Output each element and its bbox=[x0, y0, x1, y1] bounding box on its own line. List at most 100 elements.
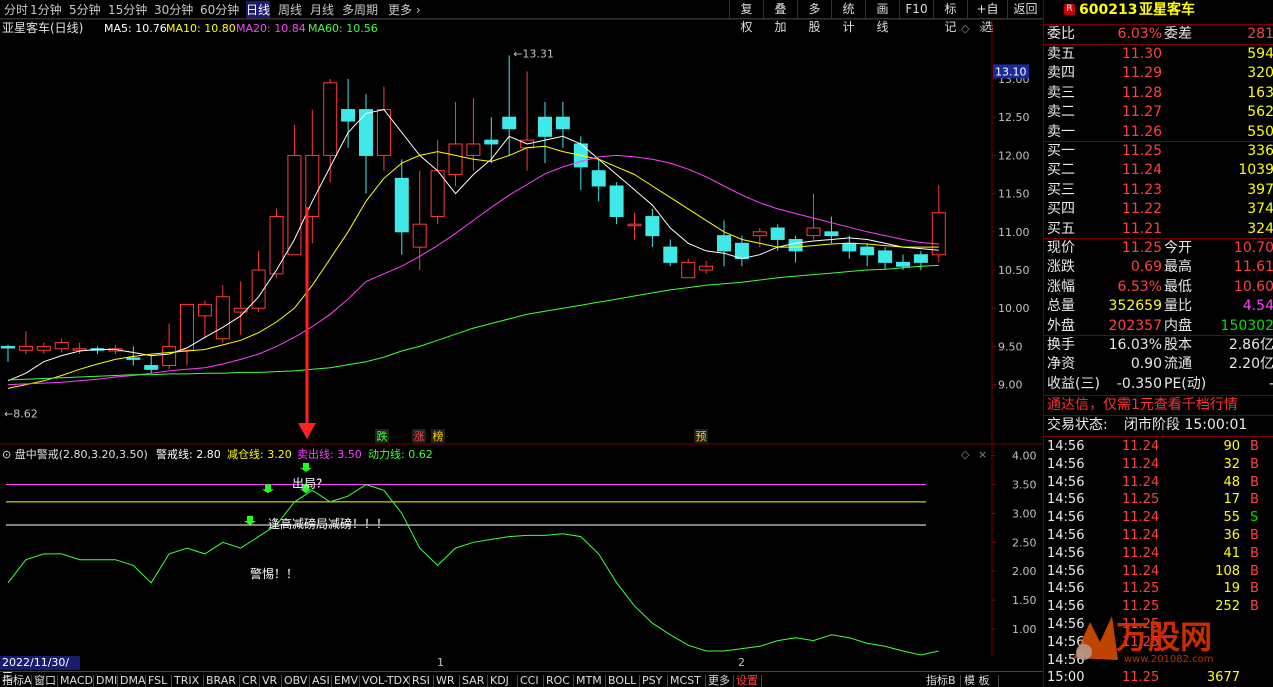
indicator-tab-12[interactable]: EMV bbox=[332, 675, 360, 687]
tick-volume: 108 bbox=[1215, 563, 1240, 579]
tick-volume: 32 bbox=[1223, 456, 1240, 472]
indicator-tab-8[interactable]: CR bbox=[240, 675, 260, 687]
close-icon[interactable]: × bbox=[978, 22, 987, 35]
margin-badge: R bbox=[1064, 4, 1075, 15]
toolbar-button-5[interactable]: F10 bbox=[899, 0, 933, 18]
indicator-tab-15[interactable]: WR bbox=[434, 675, 460, 687]
indicator-tab-3[interactable]: DMI bbox=[94, 675, 118, 687]
watermark-logo: 万股网 www.201082.com bbox=[1066, 606, 1273, 676]
indicator-gear-icon[interactable]: ◇ bbox=[961, 448, 970, 461]
stat-value: 11.61 bbox=[1233, 259, 1273, 276]
indicator-right-tab-1[interactable]: 模 板 bbox=[962, 675, 999, 687]
stat-label: 最低 bbox=[1164, 278, 1192, 295]
tick-price: 11.24 bbox=[1122, 563, 1160, 579]
book-level-label: 卖二 bbox=[1047, 104, 1075, 121]
book-volume: 562 bbox=[1247, 104, 1273, 121]
period-tab-8[interactable]: 月线 bbox=[310, 1, 334, 18]
indicator-tab-19[interactable]: ROC bbox=[544, 675, 574, 687]
high-price-label: ←13.31 bbox=[513, 47, 554, 60]
tick-volume: 36 bbox=[1223, 528, 1240, 543]
candle-body bbox=[931, 212, 946, 256]
indicator-tab-4[interactable]: DMA bbox=[118, 675, 146, 687]
candle-body bbox=[72, 348, 87, 351]
period-tab-5[interactable]: 60分钟 bbox=[200, 1, 239, 18]
settings-gear-icon[interactable]: ◇ bbox=[961, 22, 970, 35]
indicator-tab-10[interactable]: OBV bbox=[282, 675, 310, 687]
indicator-tab-9[interactable]: VR bbox=[260, 675, 282, 687]
book-volume: 594 bbox=[1247, 46, 1273, 62]
kline-chart[interactable]: 亚星客车(日线) MA5: 10.76 MA10: 10.80 MA20: 10.84… bbox=[0, 18, 1043, 670]
indicator-tab-14[interactable]: RSI bbox=[410, 675, 434, 687]
indicator-tab-7[interactable]: BRAR bbox=[204, 675, 240, 687]
chart-area[interactable]: 亚星客车(日线) MA5: 10.76 MA10: 10.80 MA20: 10.84… bbox=[0, 18, 1043, 670]
stat-label: 换手 bbox=[1047, 337, 1075, 353]
indicator-tab-17[interactable]: KDJ bbox=[488, 675, 518, 687]
indicator-tab-16[interactable]: SAR bbox=[460, 675, 488, 687]
toolbar-button-0[interactable]: 复权 bbox=[729, 0, 763, 34]
book-row: 卖二 11.27 562 bbox=[1044, 103, 1273, 122]
indicator-tab-24[interactable]: 更多 bbox=[706, 675, 734, 687]
toolbar-button-4[interactable]: 画线 bbox=[865, 0, 899, 34]
toolbar-button-8[interactable]: 返回 bbox=[1007, 0, 1043, 18]
period-tab-6[interactable]: 日线 bbox=[246, 1, 271, 18]
candle-body bbox=[538, 116, 552, 137]
tick-time: 14:56 bbox=[1047, 492, 1085, 508]
tick-row: 14:56 11.24 90 B bbox=[1044, 438, 1273, 456]
period-tab-4[interactable]: 30分钟 bbox=[154, 1, 193, 18]
indicator-tab-18[interactable]: CCI bbox=[518, 675, 544, 687]
indicator-tab-21[interactable]: BOLL bbox=[606, 675, 640, 687]
indicator-axis-label: 3.50 bbox=[1012, 479, 1037, 492]
period-tab-9[interactable]: 多周期 bbox=[342, 1, 378, 18]
stat-label: 收益(三) bbox=[1047, 375, 1100, 392]
toolbar-button-2[interactable]: 多股 bbox=[797, 0, 831, 34]
indicator-tab-1[interactable]: 窗口 bbox=[32, 675, 58, 687]
indicator-tab-13[interactable]: VOL-TDX bbox=[360, 675, 410, 687]
period-tab-3[interactable]: 15分钟 bbox=[108, 1, 147, 18]
toolbar-button-3[interactable]: 统计 bbox=[831, 0, 865, 34]
book-row: 买三 11.23 397 bbox=[1044, 181, 1273, 200]
period-tab-1[interactable]: 1分钟 bbox=[30, 1, 62, 18]
toolbar-button-6[interactable]: 标记 bbox=[933, 0, 967, 34]
tick-time: 14:56 bbox=[1047, 563, 1085, 579]
annotation-exit: 出局? bbox=[292, 477, 322, 491]
book-price: 11.30 bbox=[1122, 46, 1163, 62]
tick-price: 11.25 bbox=[1122, 492, 1160, 508]
ma-line-ma10 bbox=[7, 145, 939, 389]
indicator-tab-11[interactable]: ASI bbox=[310, 675, 332, 687]
period-tab-7[interactable]: 周线 bbox=[278, 1, 302, 18]
indicator-tab-20[interactable]: MTM bbox=[574, 675, 606, 687]
toolbar-button-1[interactable]: 叠加 bbox=[763, 0, 797, 34]
book-row: 卖五 11.30 594 bbox=[1044, 45, 1273, 64]
tick-price: 11.24 bbox=[1122, 456, 1160, 472]
tick-row: 14:56 11.24 48 B bbox=[1044, 474, 1273, 492]
ma-legend-3: MA60: 10.56 bbox=[308, 22, 378, 35]
buy-signal-arrow-icon bbox=[262, 484, 274, 494]
period-tab-0[interactable]: 分时 bbox=[4, 1, 28, 18]
book-price: 11.26 bbox=[1122, 123, 1163, 140]
indicator-tab-0[interactable]: 指标A bbox=[0, 675, 32, 687]
book-volume: 320 bbox=[1247, 65, 1273, 82]
stat-value: 2.20亿 bbox=[1228, 356, 1273, 373]
indicator-axis-label: 3.00 bbox=[1012, 507, 1037, 520]
indicator-tab-22[interactable]: PSY bbox=[640, 675, 668, 687]
event-marker-2[interactable]: 榜 bbox=[433, 429, 444, 443]
tick-price: 11.24 bbox=[1122, 474, 1160, 490]
event-marker-0[interactable]: 跌 bbox=[377, 429, 388, 443]
indicator-tab-25[interactable]: 设置 bbox=[734, 675, 762, 687]
indicator-close-icon[interactable]: × bbox=[978, 448, 987, 461]
event-marker-3[interactable]: 预 bbox=[696, 430, 707, 443]
indicator-axis-label: 2.00 bbox=[1012, 565, 1037, 578]
indicator-right-tab-0[interactable]: 指标B bbox=[924, 675, 961, 687]
candle-body bbox=[126, 357, 141, 360]
promo-link[interactable]: 通达信，仅需1元查看千档行情 bbox=[1047, 396, 1238, 415]
stat-label: 总量 bbox=[1047, 298, 1075, 315]
indicator-tab-23[interactable]: MCST bbox=[668, 675, 706, 687]
indicator-tab-5[interactable]: FSL bbox=[146, 675, 172, 687]
stat-label: 现价 bbox=[1047, 240, 1075, 256]
period-tab-2[interactable]: 5分钟 bbox=[69, 1, 101, 18]
indicator-tab-2[interactable]: MACD bbox=[58, 675, 94, 687]
event-marker-1[interactable]: 涨 bbox=[414, 430, 425, 443]
toolbar-button-7[interactable]: +自选 bbox=[967, 0, 1007, 34]
indicator-tab-6[interactable]: TRIX bbox=[172, 675, 204, 687]
period-tab-10[interactable]: 更多 › bbox=[388, 1, 421, 18]
